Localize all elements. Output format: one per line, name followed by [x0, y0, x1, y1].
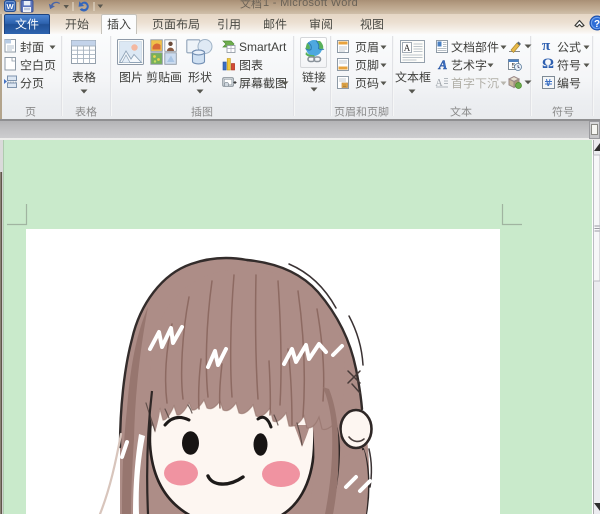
svg-text:A: A [438, 57, 448, 70]
svg-text:W: W [6, 2, 14, 11]
svg-text:?: ? [594, 19, 600, 30]
svg-text:A: A [404, 43, 411, 53]
svg-text:A: A [435, 78, 443, 88]
